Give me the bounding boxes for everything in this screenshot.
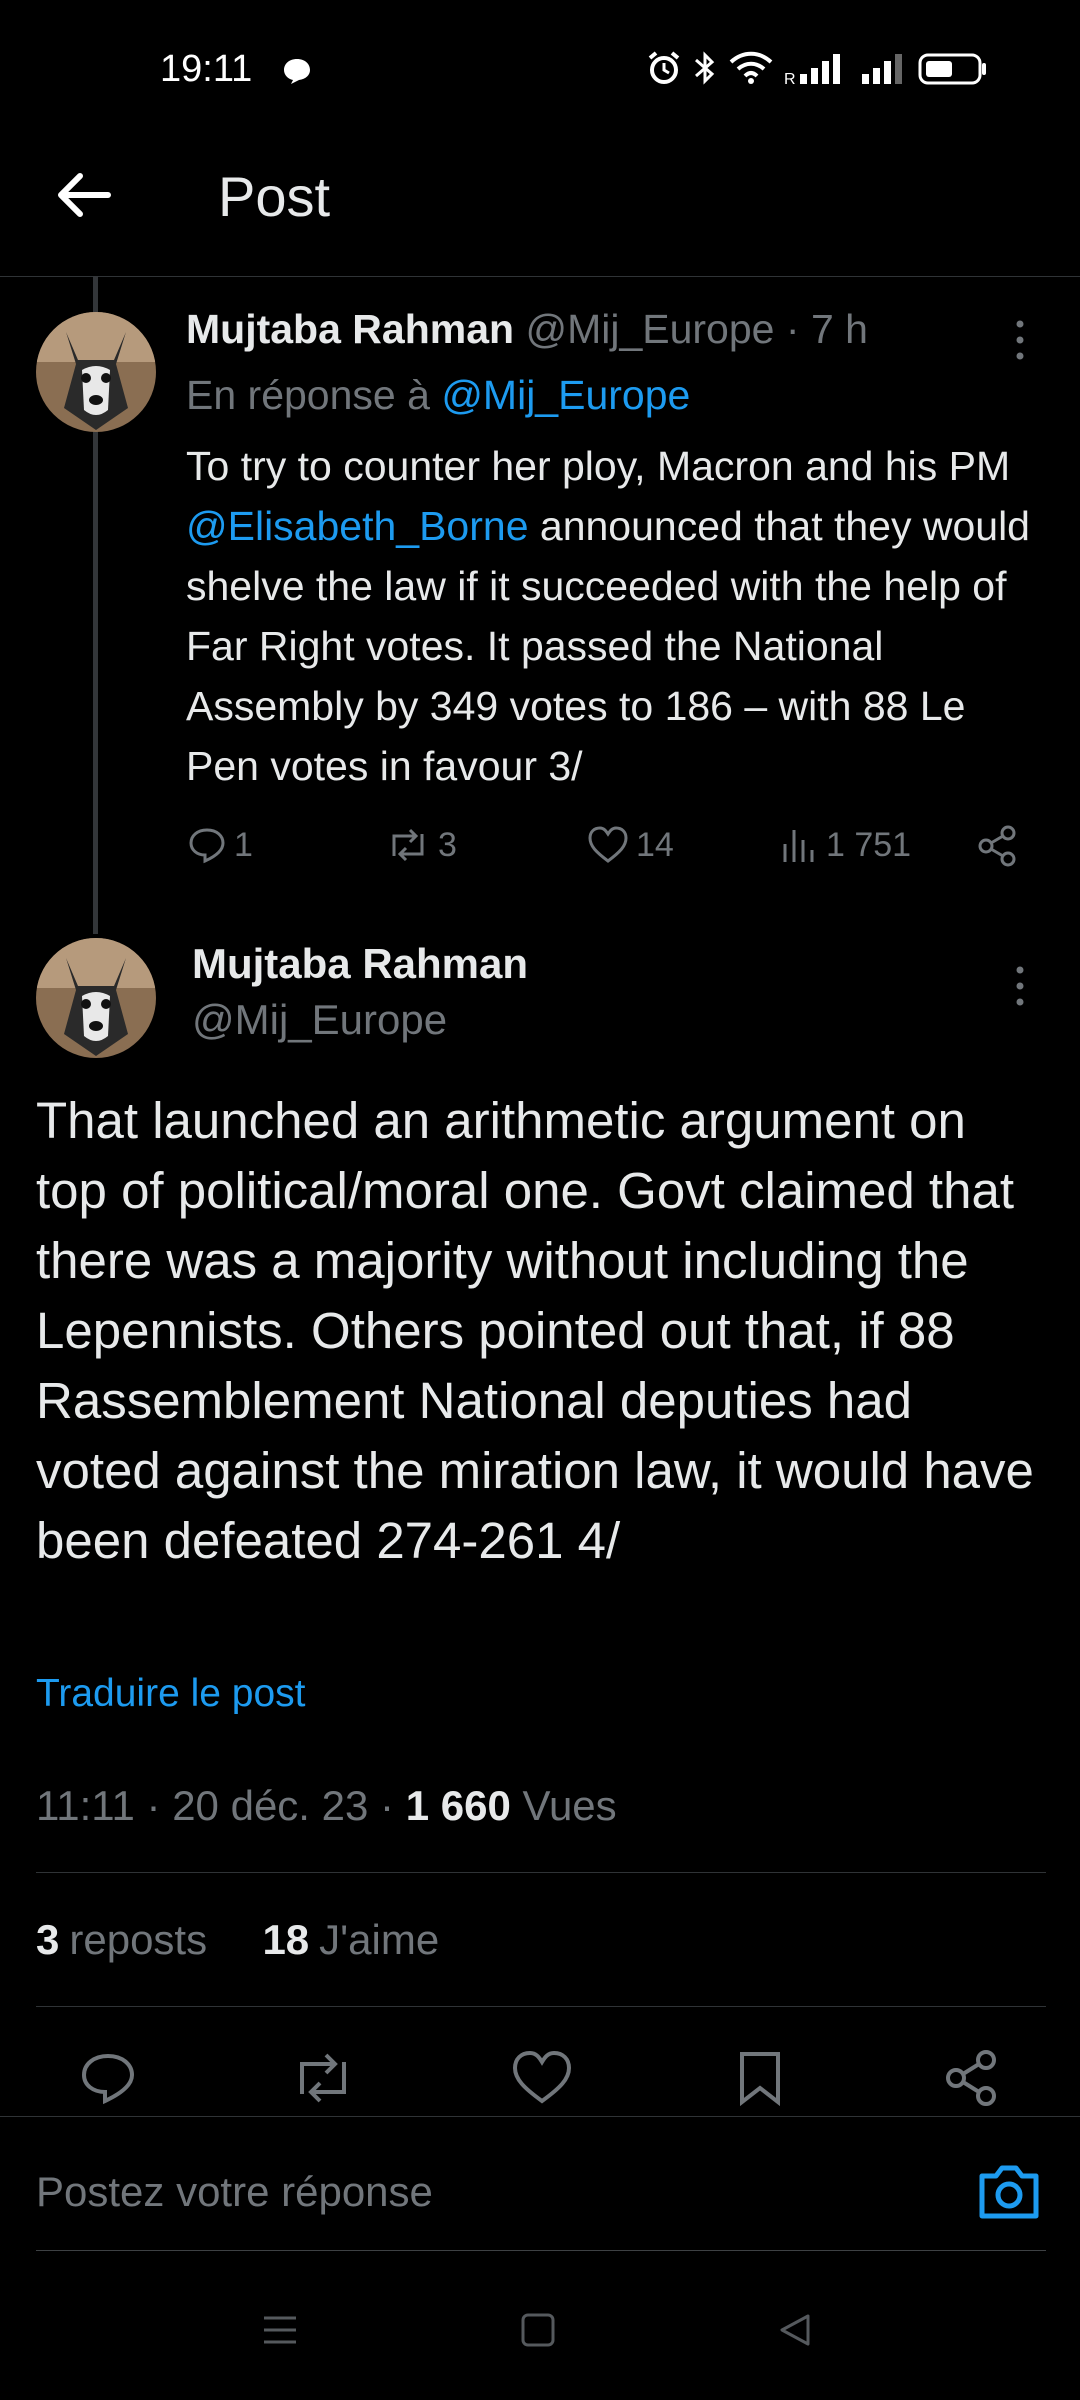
home-nav-icon[interactable] xyxy=(518,2310,558,2350)
reply-action[interactable]: 1 xyxy=(186,824,253,866)
reply-icon xyxy=(189,828,225,864)
back-arrow-icon[interactable] xyxy=(50,160,120,230)
like-button[interactable] xyxy=(510,2048,574,2108)
reply-input[interactable]: Postez votre réponse xyxy=(36,2168,433,2216)
views-action[interactable]: 1 751 xyxy=(780,824,911,866)
avatar[interactable] xyxy=(36,938,156,1058)
repost-icon xyxy=(300,2053,346,2103)
author-handle[interactable]: @Mij_Europe xyxy=(192,996,447,1044)
wifi-icon xyxy=(729,51,773,84)
reply-button[interactable] xyxy=(78,2048,138,2108)
heart-icon xyxy=(588,826,628,863)
repost-count: 3 xyxy=(438,825,457,864)
reply-prefix: En réponse à xyxy=(186,372,430,418)
reposts-count: 3 xyxy=(36,1916,60,1963)
reply-count: 1 xyxy=(234,825,253,864)
heart-icon xyxy=(512,2050,572,2104)
page-title: Post xyxy=(218,165,331,228)
repost-button[interactable] xyxy=(288,2048,358,2108)
likes-stat[interactable]: 18 J'aime xyxy=(262,1916,439,1963)
reply-input-underline xyxy=(36,2250,1046,2251)
main-tweet-body: That launched an arithmetic argument on … xyxy=(36,1092,1034,1569)
reply-tweet-body: To try to counter her ploy, Macron and h… xyxy=(186,436,1046,796)
status-icons: R xyxy=(646,50,988,86)
repost-icon xyxy=(392,828,424,862)
repost-action[interactable]: 3 xyxy=(384,824,457,866)
message-notification-icon xyxy=(282,56,312,86)
svg-text:R: R xyxy=(784,71,796,86)
mention-link[interactable]: @Elisabeth_Borne xyxy=(186,503,529,549)
author-name[interactable]: Mujtaba Rahman xyxy=(186,306,514,352)
bookmark-icon xyxy=(740,2052,780,2107)
signal-r-icon: R xyxy=(784,54,840,86)
time-ago: 7 h xyxy=(810,306,868,352)
like-count: 14 xyxy=(636,825,674,864)
post-views-label: Vues xyxy=(522,1782,617,1829)
reply-bar-divider xyxy=(0,2116,1080,2117)
menu-nav-icon[interactable] xyxy=(260,2310,300,2350)
separator: · xyxy=(785,306,800,352)
reposts-stat[interactable]: 3 reposts xyxy=(36,1916,207,1963)
views-count: 1 751 xyxy=(826,825,912,864)
replying-to: En réponse à @Mij_Europe xyxy=(186,372,690,419)
camera-icon[interactable] xyxy=(974,2162,1044,2222)
translate-post-link[interactable]: Traduire le post xyxy=(36,1672,306,1716)
more-options-icon[interactable] xyxy=(1000,956,1040,1016)
body-text-1: To try to counter her ploy, Macron and h… xyxy=(186,443,1011,489)
likes-label: J'aime xyxy=(319,1916,440,1963)
author-handle[interactable]: @Mij_Europe xyxy=(525,306,774,352)
bluetooth-icon xyxy=(695,51,715,85)
post-time: 11:11 xyxy=(36,1782,135,1829)
signal-icon xyxy=(862,54,902,84)
share-icon xyxy=(946,2050,996,2106)
divider xyxy=(36,1872,1046,1873)
reply-to-handle[interactable]: @Mij_Europe xyxy=(441,372,690,418)
alarm-icon xyxy=(648,51,680,84)
post-views-count: 1 660 xyxy=(405,1782,511,1829)
engagement-stats: 3 reposts 18 J'aime xyxy=(36,1916,439,1964)
header-divider xyxy=(0,276,1080,277)
post-meta: 11:11 · 20 déc. 23 · 1 660 Vues xyxy=(36,1782,617,1829)
likes-count: 18 xyxy=(262,1916,310,1963)
status-time: 19:11 xyxy=(160,48,253,90)
like-action[interactable]: 14 xyxy=(586,824,674,866)
battery-icon xyxy=(918,53,986,85)
share-icon[interactable] xyxy=(976,824,1020,868)
post-date: 20 déc. 23 xyxy=(172,1782,369,1829)
back-nav-icon[interactable] xyxy=(776,2310,816,2350)
avatar[interactable] xyxy=(36,312,156,432)
reply-tweet-header: Mujtaba Rahman @Mij_Europe · 7 h xyxy=(186,306,868,353)
reply-icon xyxy=(81,2053,135,2105)
author-name[interactable]: Mujtaba Rahman xyxy=(192,940,528,988)
divider xyxy=(36,2006,1046,2007)
views-chart-icon xyxy=(783,830,814,862)
reposts-label: reposts xyxy=(69,1916,208,1963)
bookmark-button[interactable] xyxy=(730,2048,790,2108)
share-button[interactable] xyxy=(942,2048,1002,2108)
more-options-icon[interactable] xyxy=(1000,310,1040,370)
